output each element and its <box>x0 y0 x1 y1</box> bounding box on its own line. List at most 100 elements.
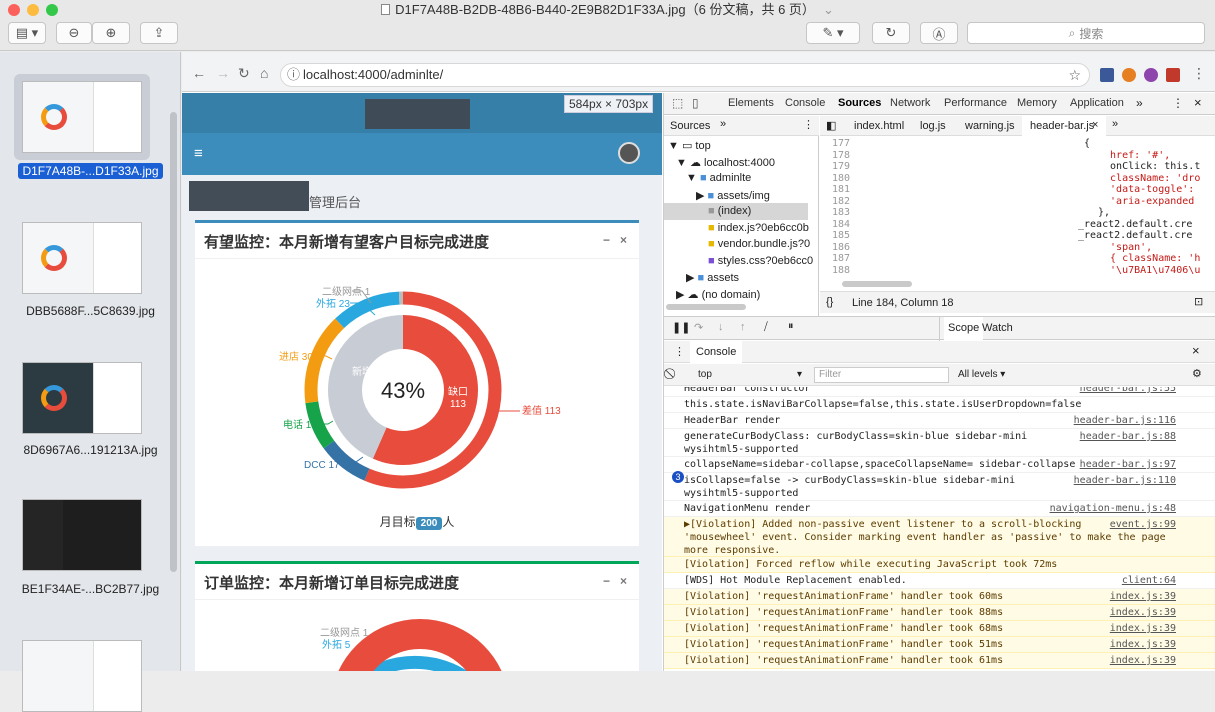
filter-input[interactable]: Filter <box>814 367 949 383</box>
console-source-link[interactable]: header-bar.js:97 <box>1080 458 1176 471</box>
file-tab-header-bar-js[interactable]: header-bar.js <box>1030 120 1094 132</box>
thumbnail-1[interactable] <box>22 81 142 153</box>
search-field[interactable]: ⌕ 搜索 <box>967 22 1205 44</box>
file-tabs-more-icon[interactable]: » <box>1112 118 1118 130</box>
tab-console[interactable]: Console <box>785 97 825 109</box>
reload-icon[interactable]: ↻ <box>238 65 250 82</box>
console-source-link[interactable]: event.js:99 <box>1110 518 1176 531</box>
back-icon[interactable]: ← <box>192 65 206 81</box>
address-bar[interactable]: ⓘ localhost:4000/adminlte/ ☆ <box>280 63 1090 87</box>
console-source-link[interactable]: navigation-menu.js:48 <box>1050 502 1176 515</box>
sources-subtab[interactable]: Sources <box>670 120 710 132</box>
tree-index-selected[interactable]: ■ (index) <box>664 203 808 220</box>
collapse-icon[interactable]: − <box>603 233 610 247</box>
tree-localhost[interactable]: ▼ ☁ localhost:4000 <box>676 156 775 169</box>
coverage-icon[interactable]: ⊡ <box>1194 295 1203 308</box>
pause-icon[interactable]: ❚❚ <box>672 321 690 334</box>
tree-assets-img[interactable]: ▶ ■ assets/img <box>696 189 770 202</box>
thumbnail-label-4[interactable]: BE1F34AE-...BC2B77.jpg <box>0 582 181 596</box>
line-number[interactable]: 181 <box>820 184 850 195</box>
tab-network[interactable]: Network <box>890 97 930 109</box>
step-into-icon[interactable]: ↓ <box>718 321 724 333</box>
extension-icon-2[interactable] <box>1122 68 1136 82</box>
inspect-icon[interactable]: ⬚ <box>672 96 683 110</box>
editor-scrollbar[interactable] <box>842 281 912 287</box>
tab-watch[interactable]: Watch <box>982 322 1013 334</box>
line-number[interactable]: 183 <box>820 207 850 218</box>
line-number[interactable]: 180 <box>820 173 850 184</box>
forward-icon[interactable]: → <box>216 65 230 81</box>
tree-styles-css[interactable]: ■ styles.css?0eb6cc0 <box>708 255 813 267</box>
tab-elements[interactable]: Elements <box>728 97 774 109</box>
close-box-icon[interactable]: × <box>620 233 627 247</box>
file-tab-index-html[interactable]: index.html <box>854 120 904 132</box>
sources-menu-icon[interactable]: ⋮ <box>803 118 814 131</box>
zoom-out-button[interactable]: ⊖ <box>56 22 92 44</box>
drawer-close-icon[interactable]: × <box>1192 343 1200 358</box>
console-drawer-tab[interactable]: Console <box>690 341 743 363</box>
thumbnail-4[interactable] <box>22 499 142 571</box>
console-source-link[interactable]: index.js:39 <box>1110 590 1176 603</box>
console-source-link[interactable]: index.js:39 <box>1110 638 1176 651</box>
title-chevron-icon[interactable]: ⌄ <box>823 2 834 17</box>
console-source-link[interactable]: index.js:39 <box>1110 622 1176 635</box>
tree-vendor-js[interactable]: ■ vendor.bundle.js?0 <box>708 238 810 250</box>
tab-sources[interactable]: Sources <box>838 97 881 109</box>
file-tab-log-js[interactable]: log.js <box>920 120 946 132</box>
bookmark-star-icon[interactable]: ☆ <box>1068 64 1081 86</box>
thumbnail-2[interactable] <box>22 222 142 294</box>
annotate-button[interactable]: Ⓐ <box>920 22 958 44</box>
close-box-icon-2[interactable]: × <box>620 574 627 588</box>
line-number[interactable]: 187 <box>820 253 850 264</box>
user-avatar[interactable] <box>618 142 640 164</box>
zoom-in-button[interactable]: ⊕ <box>92 22 130 44</box>
tree-scrollbar[interactable] <box>666 304 746 310</box>
line-number[interactable]: 188 <box>820 265 850 276</box>
tree-no-domain[interactable]: ▶ ☁ (no domain) <box>676 288 760 301</box>
console-source-link[interactable]: index.js:39 <box>1110 606 1176 619</box>
console-source-link[interactable]: header-bar.js:116 <box>1074 414 1176 427</box>
tab-memory[interactable]: Memory <box>1017 97 1057 109</box>
line-number[interactable]: 178 <box>820 150 850 161</box>
line-number[interactable]: 186 <box>820 242 850 253</box>
console-source-link[interactable]: header-bar.js:110 <box>1074 474 1176 487</box>
console-source-link[interactable]: header-bar.js:88 <box>1080 430 1176 443</box>
thumbnail-label-2[interactable]: DBB5688F...5C8639.jpg <box>0 304 181 318</box>
tree-top[interactable]: ▼ ▭ top <box>668 139 711 152</box>
device-toggle-icon[interactable]: ▯ <box>692 96 699 110</box>
levels-select[interactable]: All levels ▾ <box>958 369 1005 380</box>
pause-exceptions-icon[interactable]: ⏸ <box>788 320 794 333</box>
line-number[interactable]: 177 <box>820 138 850 149</box>
line-number[interactable]: 184 <box>820 219 850 230</box>
pretty-print-icon[interactable]: {} <box>826 296 833 308</box>
sidebar-toggle-button[interactable]: ▤ ▾ <box>8 22 46 44</box>
tab-scope[interactable]: Scope <box>944 317 984 340</box>
file-tab-close-icon[interactable]: × <box>1092 119 1098 131</box>
extension-icon-3[interactable] <box>1144 68 1158 82</box>
console-settings-icon[interactable]: ⚙ <box>1192 367 1202 380</box>
tab-performance[interactable]: Performance <box>944 97 1007 109</box>
file-tab-warning-js[interactable]: warning.js <box>965 120 1015 132</box>
line-number[interactable]: 179 <box>820 161 850 172</box>
devtools-menu-icon[interactable]: ⋮ <box>1172 96 1184 110</box>
tree-adminlte[interactable]: ▼ ■ adminlte <box>686 172 751 184</box>
extension-icon-1[interactable] <box>1100 68 1114 82</box>
step-over-icon[interactable]: ↷ <box>694 321 703 334</box>
console-source-link[interactable]: index.js:39 <box>1110 654 1176 667</box>
hamburger-icon[interactable]: ≡ <box>194 145 203 162</box>
drawer-menu-icon[interactable]: ⋮ <box>674 345 685 358</box>
zoom-window-button[interactable] <box>46 4 58 16</box>
more-tabs-icon[interactable]: » <box>1136 96 1143 110</box>
thumbnail-3[interactable] <box>22 362 142 434</box>
step-out-icon[interactable]: ↑ <box>740 321 746 333</box>
console-source-link[interactable]: client:64 <box>1122 574 1176 587</box>
line-number[interactable]: 182 <box>820 196 850 207</box>
sources-more-icon[interactable]: » <box>720 118 726 130</box>
thumbnail-label-3[interactable]: 8D6967A6...191213A.jpg <box>0 443 181 457</box>
thumbnail-5[interactable] <box>22 640 142 712</box>
devtools-close-icon[interactable]: × <box>1194 95 1202 110</box>
minimize-window-button[interactable] <box>27 4 39 16</box>
context-select[interactable]: top ▾ <box>694 367 806 383</box>
markup-button[interactable]: ✎ ▾ <box>806 22 860 44</box>
console-source-link[interactable]: header-bar.js:55 <box>1080 387 1176 395</box>
